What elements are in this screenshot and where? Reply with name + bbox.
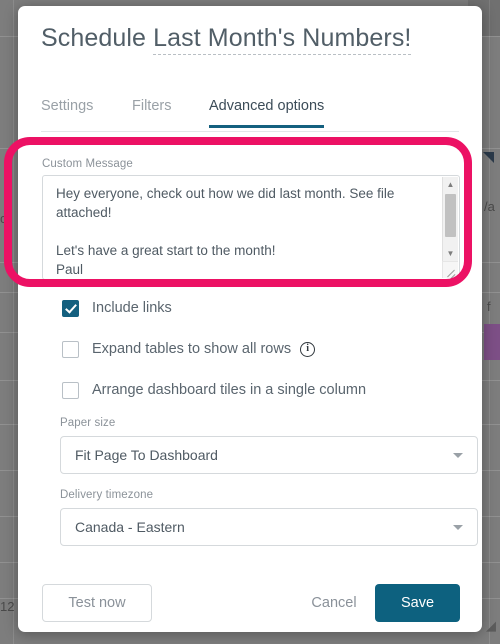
custom-message-scrollbar[interactable]: ▲ ▼ [442,177,458,261]
schedule-dialog: Schedule Last Month's Numbers! Settings … [18,6,482,632]
background-triangle-marker [483,152,494,163]
paper-size-label: Paper size [60,417,116,429]
page-title-static: Schedule [41,24,147,52]
checkbox-row-single-column[interactable]: Arrange dashboard tiles in a single colu… [62,380,366,400]
scroll-down-icon[interactable]: ▼ [443,246,458,261]
dialog-tabs: Settings Filters Advanced options [41,98,459,132]
checkbox-label-include-links: Include links [92,300,172,316]
scroll-up-icon[interactable]: ▲ [443,177,458,192]
paper-size-select[interactable]: Fit Page To Dashboard [60,436,478,474]
custom-message-label: Custom Message [42,158,133,170]
background-text-fragment: 12 [0,599,15,614]
chevron-down-icon [453,453,463,458]
delivery-timezone-label: Delivery timezone [60,489,154,501]
background-column-divider [13,0,14,644]
background-resize-grip-icon: ◢ [486,618,496,633]
delivery-timezone-select[interactable]: Canada - Eastern [60,508,478,546]
chevron-down-icon [453,525,463,530]
textarea-resize-handle[interactable] [442,261,458,278]
background-purple-block [484,324,500,360]
background-text-fragment: cl [0,211,10,226]
tab-filters[interactable]: Filters [132,98,171,125]
background-column-divider [489,0,490,644]
info-icon[interactable]: i [300,341,316,357]
tab-advanced-options[interactable]: Advanced options [209,98,325,128]
save-button[interactable]: Save [375,584,460,622]
cancel-button[interactable]: Cancel [300,584,368,622]
custom-message-input[interactable]: Hey everyone, check out how we did last … [42,175,460,280]
checkbox-single-column[interactable] [62,381,79,399]
scrollbar-thumb[interactable] [445,194,456,237]
checkbox-label-expand-tables: Expand tables to show all rows [92,341,292,357]
paper-size-value: Fit Page To Dashboard [75,447,218,463]
test-now-button[interactable]: Test now [42,584,152,622]
delivery-timezone-value: Canada - Eastern [75,519,185,535]
checkbox-row-expand-tables[interactable]: Expand tables to show all rows i [62,339,316,359]
schedule-name-editable[interactable]: Last Month's Numbers! [153,24,412,55]
checkbox-include-links[interactable] [62,299,79,317]
checkbox-label-single-column: Arrange dashboard tiles in a single colu… [92,382,367,398]
background-text-fragment: /a [484,199,495,214]
checkbox-row-include-links[interactable]: Include links [62,298,172,318]
page-title: Schedule Last Month's Numbers! [41,24,412,55]
tab-settings[interactable]: Settings [41,98,93,125]
checkbox-expand-tables[interactable] [62,340,79,358]
custom-message-value: Hey everyone, check out how we did last … [56,186,395,277]
background-text-fragment: f [487,299,491,314]
